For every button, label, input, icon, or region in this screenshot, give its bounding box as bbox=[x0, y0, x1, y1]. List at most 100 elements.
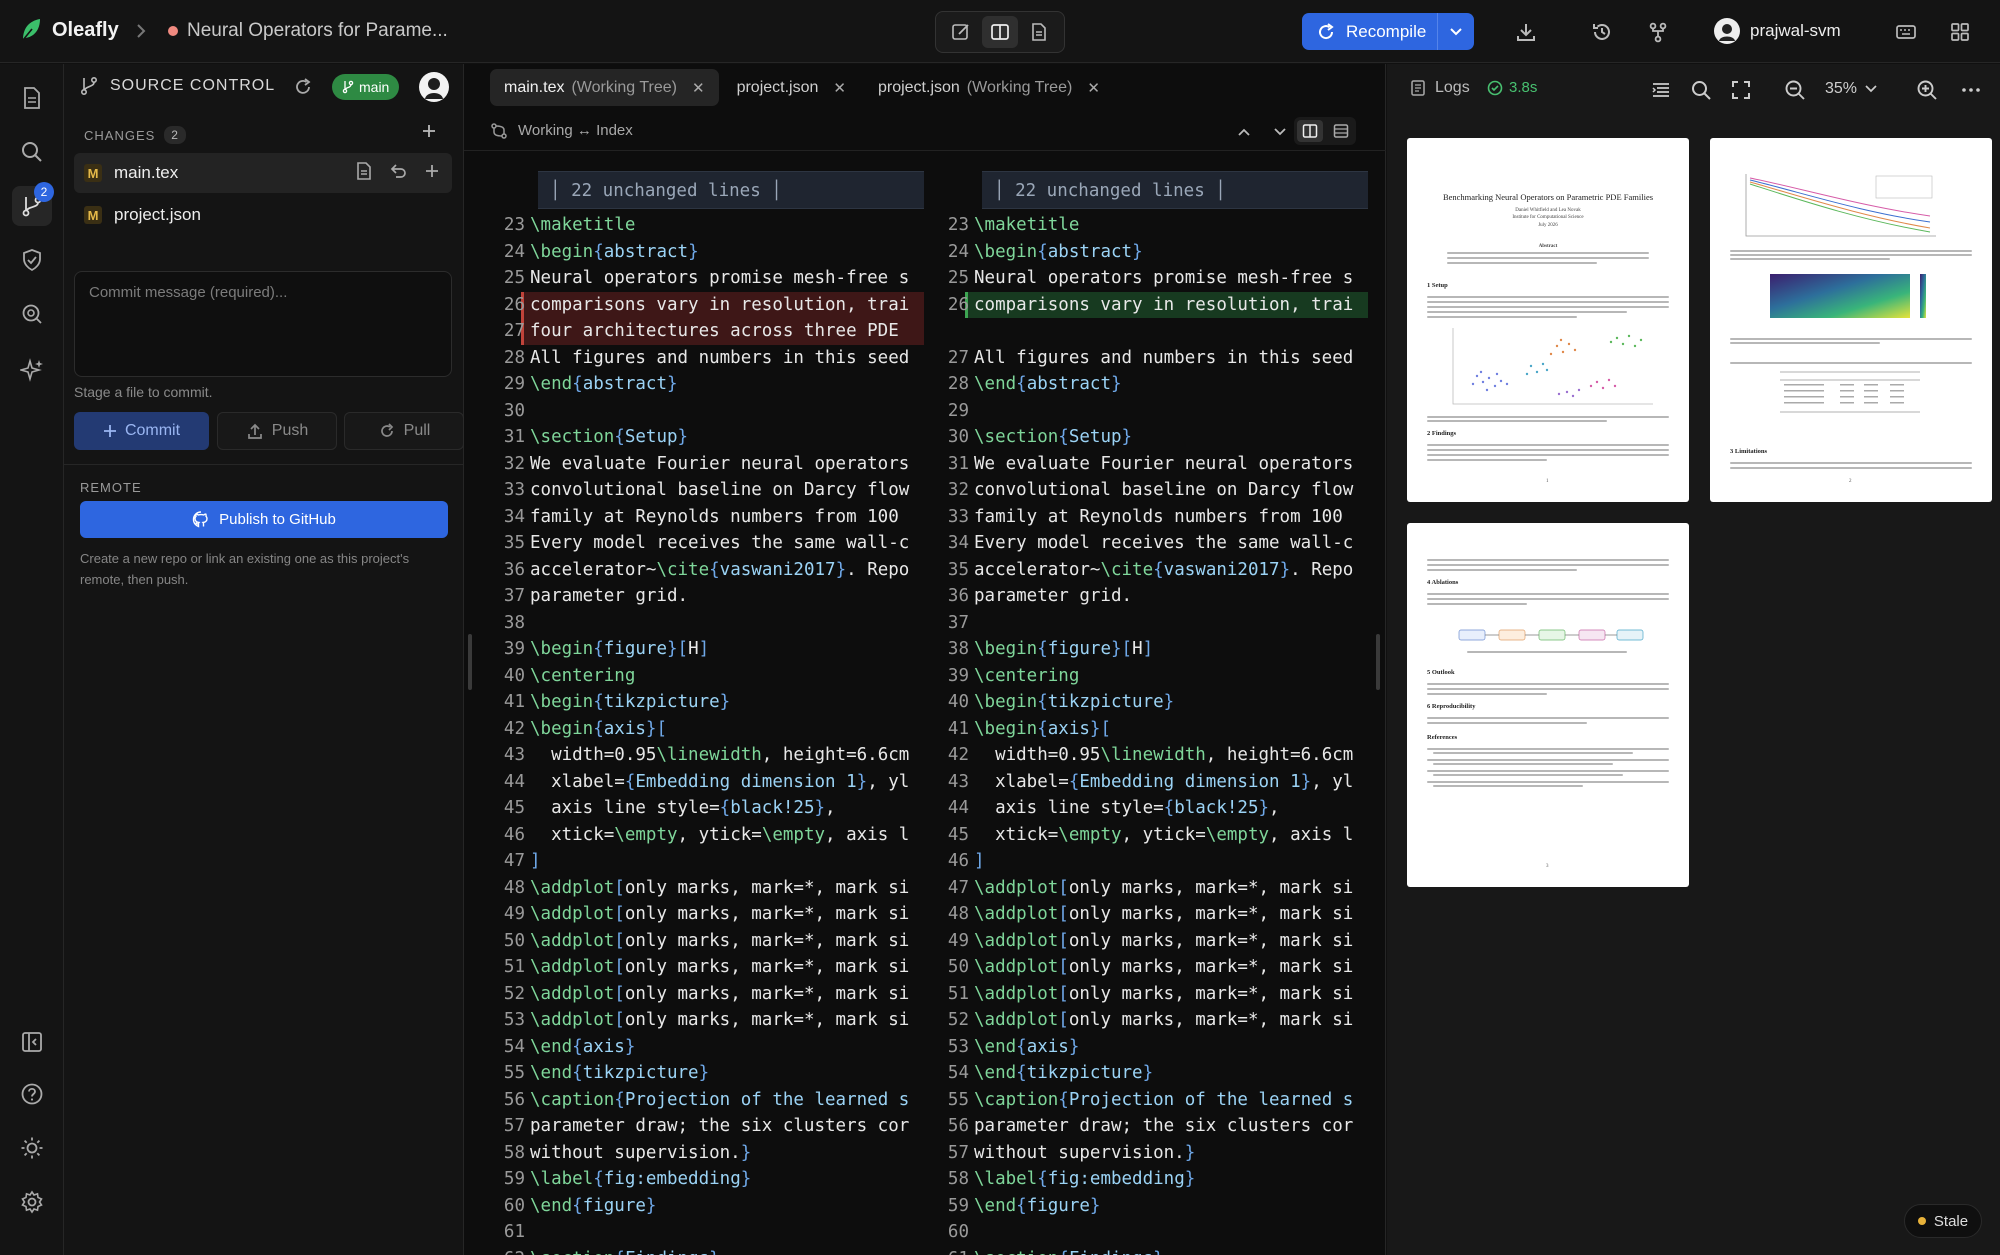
changed-file-row[interactable]: M project.json bbox=[74, 195, 452, 235]
rail-theme-button[interactable] bbox=[12, 1128, 52, 1168]
code-line[interactable]: 25 Neural operators promise mesh-free s bbox=[908, 265, 1368, 292]
stage-all-button[interactable] bbox=[420, 122, 438, 140]
code-line[interactable]: 61 bbox=[464, 1219, 924, 1246]
code-line[interactable]: 28 \end{abstract} bbox=[908, 371, 1368, 398]
rail-search-button[interactable] bbox=[12, 132, 52, 172]
code-line[interactable]: 24 \begin{abstract} bbox=[464, 239, 924, 266]
code-line[interactable]: 48 \addplot[only marks, mark=*, mark si bbox=[908, 901, 1368, 928]
zoom-level-select[interactable]: 35% bbox=[1825, 80, 1877, 98]
pdf-page[interactable]: 3 Limitations 2 bbox=[1710, 138, 1992, 502]
logs-button[interactable]: Logs bbox=[1409, 79, 1470, 97]
tab-project-json[interactable]: project.json ✕ bbox=[723, 69, 860, 106]
split-mode-button[interactable] bbox=[981, 16, 1018, 48]
code-line[interactable]: 28 All figures and numbers in this seed bbox=[464, 345, 924, 372]
code-line[interactable]: 26 comparisons vary in resolution, trai bbox=[948, 291, 1368, 318]
rail-settings-button[interactable] bbox=[12, 1182, 52, 1222]
code-line[interactable]: 41 \begin{axis}[ bbox=[908, 716, 1368, 743]
code-line[interactable]: 43 width=0.95\linewidth, height=6.6cm bbox=[464, 742, 924, 769]
code-line[interactable]: 34 Every model receives the same wall-c bbox=[908, 530, 1368, 557]
code-line[interactable]: 27 All figures and numbers in this seed bbox=[908, 345, 1368, 372]
code-line[interactable]: 33 family at Reynolds numbers from 100 bbox=[908, 504, 1368, 531]
code-line[interactable]: 51 \addplot[only marks, mark=*, mark si bbox=[464, 954, 924, 981]
code-line[interactable]: 49 \addplot[only marks, mark=*, mark si bbox=[908, 928, 1368, 955]
previous-change-button[interactable] bbox=[1232, 121, 1256, 143]
code-line[interactable]: 38 \begin{figure}[H] bbox=[908, 636, 1368, 663]
close-icon[interactable]: ✕ bbox=[833, 79, 846, 97]
code-line[interactable]: 29 \end{abstract} bbox=[464, 371, 924, 398]
diff-pane-modified[interactable]: │ 22 unchanged lines │ 23 \maketitle 24 \be… bbox=[908, 167, 1368, 1255]
recompile-options-button[interactable] bbox=[1438, 27, 1474, 37]
outline-button[interactable] bbox=[1649, 78, 1673, 102]
close-icon[interactable]: ✕ bbox=[692, 79, 705, 97]
open-file-button[interactable] bbox=[354, 161, 374, 181]
pdf-page[interactable]: Benchmarking Neural Operators on Paramet… bbox=[1407, 138, 1689, 502]
code-line[interactable]: 27 four architectures across three PDE bbox=[504, 318, 924, 345]
code-line[interactable]: 48 \addplot[only marks, mark=*, mark si bbox=[464, 875, 924, 902]
code-line[interactable]: 42 \begin{axis}[ bbox=[464, 716, 924, 743]
code-line[interactable]: 59 \end{figure} bbox=[908, 1193, 1368, 1220]
code-line[interactable]: 45 xtick=\empty, ytick=\empty, axis l bbox=[908, 822, 1368, 849]
close-icon[interactable]: ✕ bbox=[1087, 79, 1100, 97]
code-line[interactable]: 52 \addplot[only marks, mark=*, mark si bbox=[464, 981, 924, 1008]
code-line[interactable]: 53 \addplot[only marks, mark=*, mark si bbox=[464, 1007, 924, 1034]
code-line[interactable]: 36 accelerator~\cite{vaswani2017}. Repo bbox=[464, 557, 924, 584]
rail-ai-button[interactable] bbox=[12, 350, 52, 390]
code-line[interactable]: 51 \addplot[only marks, mark=*, mark si bbox=[908, 981, 1368, 1008]
push-button[interactable]: Push bbox=[217, 412, 337, 450]
code-line[interactable]: 30 \section{Setup} bbox=[908, 424, 1368, 451]
rail-collapse-button[interactable] bbox=[12, 1022, 52, 1062]
code-line[interactable]: 50 \addplot[only marks, mark=*, mark si bbox=[908, 954, 1368, 981]
code-line[interactable]: 35 accelerator~\cite{vaswani2017}. Repo bbox=[908, 557, 1368, 584]
side-by-side-view-button[interactable] bbox=[1296, 120, 1323, 142]
git-fork-button[interactable] bbox=[1644, 18, 1672, 46]
code-line[interactable]: 37 bbox=[908, 610, 1368, 637]
code-line[interactable]: 23 \maketitle bbox=[908, 212, 1368, 239]
rail-help-button[interactable] bbox=[12, 1074, 52, 1114]
refresh-button[interactable] bbox=[292, 76, 314, 98]
code-line[interactable]: 55 \caption{Projection of the learned s bbox=[908, 1087, 1368, 1114]
avatar[interactable] bbox=[419, 72, 449, 102]
code-line[interactable]: 32 We evaluate Fourier neural operators bbox=[464, 451, 924, 478]
preview-mode-button[interactable] bbox=[1021, 16, 1057, 48]
scrollbar[interactable] bbox=[1376, 634, 1380, 690]
next-change-button[interactable] bbox=[1268, 121, 1292, 143]
code-line[interactable]: 46 xtick=\empty, ytick=\empty, axis l bbox=[464, 822, 924, 849]
code-line[interactable]: 59 \label{fig:embedding} bbox=[464, 1166, 924, 1193]
code-line[interactable]: 45 axis line style={black!25}, bbox=[464, 795, 924, 822]
rail-inspect-button[interactable] bbox=[12, 294, 52, 334]
code-line[interactable]: 24 \begin{abstract} bbox=[908, 239, 1368, 266]
download-button[interactable] bbox=[1512, 18, 1540, 46]
fullscreen-button[interactable] bbox=[1729, 78, 1753, 102]
tab-project-json-working-tree[interactable]: project.json (Working Tree) ✕ bbox=[864, 69, 1114, 106]
code-line[interactable]: 43 xlabel={Embedding dimension 1}, yl bbox=[908, 769, 1368, 796]
status-badge[interactable]: Stale bbox=[1904, 1204, 1982, 1238]
code-line[interactable]: 40 \centering bbox=[464, 663, 924, 690]
code-line[interactable]: 44 xlabel={Embedding dimension 1}, yl bbox=[464, 769, 924, 796]
code-line[interactable]: 61 \section{Findings} bbox=[908, 1246, 1368, 1255]
code-line[interactable]: 60 \end{figure} bbox=[464, 1193, 924, 1220]
unchanged-lines-fold[interactable]: │ 22 unchanged lines │ bbox=[982, 171, 1368, 209]
zoom-out-button[interactable] bbox=[1783, 78, 1807, 102]
code-line[interactable]: 46] bbox=[908, 848, 1368, 875]
commit-message-input[interactable]: Commit message (required)... bbox=[74, 271, 452, 377]
code-line[interactable]: 31 \section{Setup} bbox=[464, 424, 924, 451]
code-line[interactable] bbox=[908, 318, 1368, 345]
rail-shield-button[interactable] bbox=[12, 240, 52, 280]
code-line[interactable]: 56 parameter draw; the six clusters cor bbox=[908, 1113, 1368, 1140]
keyboard-button[interactable] bbox=[1892, 18, 1920, 46]
code-line[interactable]: 36 parameter grid. bbox=[908, 583, 1368, 610]
code-line[interactable]: 54 \end{tikzpicture} bbox=[908, 1060, 1368, 1087]
zoom-in-button[interactable] bbox=[1915, 78, 1939, 102]
code-line[interactable]: 35 Every model receives the same wall-c bbox=[464, 530, 924, 557]
code-line[interactable]: 26 comparisons vary in resolution, trai bbox=[504, 291, 924, 318]
rail-files-button[interactable] bbox=[12, 78, 52, 118]
code-line[interactable]: 47] bbox=[464, 848, 924, 875]
code-line[interactable]: 32 convolutional baseline on Darcy flow bbox=[908, 477, 1368, 504]
code-line[interactable]: 53 \end{axis} bbox=[908, 1034, 1368, 1061]
code-line[interactable]: 57 parameter draw; the six clusters cor bbox=[464, 1113, 924, 1140]
code-line[interactable]: 39 \centering bbox=[908, 663, 1368, 690]
pull-button[interactable]: Pull bbox=[344, 412, 464, 450]
code-line[interactable]: 40 \begin{tikzpicture} bbox=[908, 689, 1368, 716]
code-line[interactable]: 37 parameter grid. bbox=[464, 583, 924, 610]
code-line[interactable]: 42 width=0.95\linewidth, height=6.6cm bbox=[908, 742, 1368, 769]
